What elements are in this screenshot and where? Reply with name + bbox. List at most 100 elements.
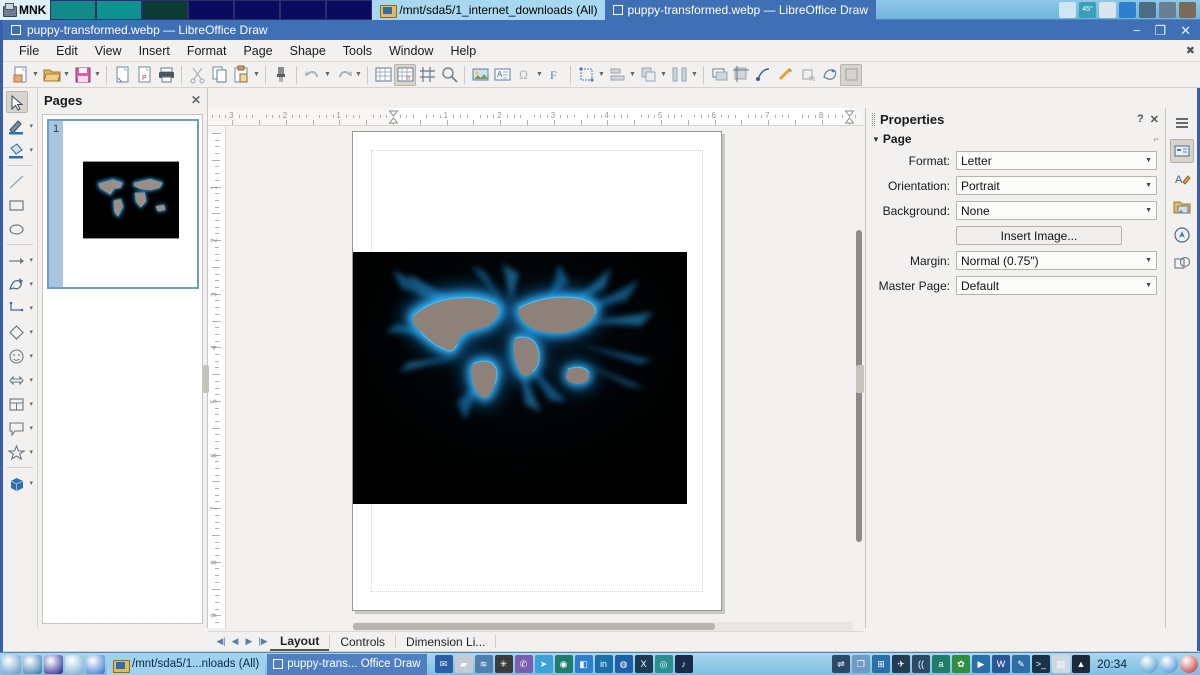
new-document-icon[interactable] [9,64,31,86]
curves-and-polygons-dropdown-icon[interactable]: ▾ [30,280,34,288]
master-page-select[interactable]: Default ▼ [956,276,1157,295]
blue-orb-icon[interactable] [86,654,105,674]
desktop-button-5[interactable] [234,0,281,20]
3d-objects-dropdown-icon[interactable]: ▾ [30,479,34,487]
connectors-dropdown-icon[interactable]: ▾ [30,304,34,312]
page-thumbnail-1[interactable]: 1 [47,119,199,289]
undo-dropdown-icon[interactable]: ▼ [323,64,332,86]
layer-tab-layout[interactable]: Layout [270,633,330,651]
shadow-icon[interactable] [708,64,730,86]
horizontal-scrollbar-thumb[interactable] [353,623,715,630]
drawing-canvas[interactable] [226,126,863,628]
network-icon[interactable] [1099,1,1116,18]
desktop-button-6[interactable] [280,0,327,20]
flowchart-dropdown-icon[interactable]: ▾ [30,400,34,408]
helplines-icon[interactable] [416,64,438,86]
fill-color-tool[interactable] [6,139,28,161]
telegram-icon[interactable]: ➤ [534,655,553,673]
glue-points-icon[interactable] [818,64,840,86]
horizontal-scrollbar[interactable] [353,622,853,631]
next-page-icon[interactable]: ▶ [242,633,256,651]
menu-insert[interactable]: Insert [131,42,178,60]
chevron-down-icon[interactable]: ▼ [1145,182,1152,189]
fill-color-dropdown-icon[interactable]: ▾ [30,146,34,154]
settings-star-icon[interactable]: ✳ [494,655,513,673]
3d-objects-tool[interactable] [6,472,28,494]
close-button[interactable]: ✕ [1180,24,1191,37]
terminal-icon[interactable]: >_ [1031,655,1050,673]
symbol-shapes-dropdown-icon[interactable]: ▾ [30,352,34,360]
page-margin-select[interactable]: Normal (0.75″) ▼ [956,251,1157,270]
sidebar-gallery-icon[interactable] [1170,195,1194,219]
menu-format[interactable]: Format [179,42,235,60]
redo-icon[interactable] [332,64,354,86]
desktop-button-2[interactable] [96,0,143,20]
temperature-45-icon[interactable]: 45° [1079,1,1096,18]
basic-shapes-tool[interactable] [6,321,28,343]
paste-icon[interactable] [230,64,252,86]
grid-globe-icon[interactable]: ⊞ [871,655,890,673]
sidebar-navigator-icon[interactable] [1170,223,1194,247]
browser-icon[interactable] [23,654,42,674]
distribute-dropdown-icon[interactable]: ▼ [690,64,699,86]
layer-tab-controls[interactable]: Controls [330,634,395,650]
equalizer-icon[interactable]: ⇌ [831,655,850,673]
sidebar-properties-icon[interactable] [1169,139,1194,163]
files-icon[interactable]: ▰ [454,655,473,673]
opera-icon[interactable] [44,654,63,674]
cut-icon[interactable] [186,64,208,86]
x-twitter-icon[interactable]: X [634,655,653,673]
desktop-button-7[interactable] [326,0,373,20]
canvas-left-splitter[interactable] [203,365,209,393]
align-objects-icon[interactable] [606,64,628,86]
record-icon[interactable] [1119,1,1136,18]
page-format-select[interactable]: Letter ▼ [956,151,1157,170]
mail-icon[interactable]: ✉ [434,655,453,673]
rectangle-tool[interactable] [6,194,28,216]
snap-to-grid-icon[interactable]: n [394,63,416,86]
insert-line-color-tool[interactable] [6,115,28,137]
connectors-tool[interactable] [6,297,28,319]
open-file-dropdown-icon[interactable]: ▼ [62,64,71,86]
undo-icon[interactable] [301,64,323,86]
curves-and-polygons-tool[interactable] [6,273,28,295]
pages-list[interactable]: 1 [42,114,203,624]
bottom-taskbar-item-file-manager[interactable]: /mnt/sda5/1...nloads (All) [107,653,266,675]
transformations-dropdown-icon[interactable]: ▼ [597,64,606,86]
horizontal-ruler[interactable]: 3 2 1 1 2 3 4 5 6 7 8 [208,108,863,126]
export-directly-pdf-icon[interactable]: P [133,64,155,86]
tiktok-icon[interactable]: ♪ [674,655,693,673]
save-disk-icon[interactable]: ▤ [1051,655,1070,673]
lines-and-arrows-tool[interactable] [6,249,28,271]
maximize-button[interactable]: ❐ [1154,24,1166,37]
close-document-icon[interactable]: ✖ [1186,44,1200,57]
line-tool[interactable] [6,170,28,192]
menu-shape[interactable]: Shape [282,42,334,60]
chevron-down-icon[interactable]: ▼ [1145,207,1152,214]
clone-formatting-icon[interactable] [270,64,292,86]
toggle-extrusion-icon[interactable] [840,63,862,86]
menu-help[interactable]: Help [442,42,484,60]
distribute-icon[interactable] [668,64,690,86]
chevron-down-icon[interactable]: ▼ [1145,257,1152,264]
minimize-button[interactable]: − [1133,24,1141,37]
menu-view[interactable]: View [87,42,130,60]
select-tool[interactable] [5,91,28,113]
symbol-shapes-tool[interactable] [6,345,28,367]
taskbar-item-file-manager[interactable]: /mnt/sda5/1_internet_downloads (All) [372,0,606,20]
close-icon[interactable]: ✕ [191,93,201,107]
close-icon[interactable]: ✕ [1150,113,1159,126]
ruler-margin-marker-right[interactable] [843,110,855,124]
arrange-icon[interactable] [637,64,659,86]
insert-image-icon[interactable] [469,64,491,86]
save-icon[interactable] [71,64,93,86]
monitor-graph-icon[interactable]: ▲ [1071,655,1090,673]
camera-icon[interactable] [1139,1,1156,18]
restart-icon[interactable] [1160,655,1178,673]
first-page-icon[interactable]: ◀| [214,633,228,651]
bottom-taskbar-item-libreoffice-draw[interactable]: puppy-trans... Office Draw [267,653,427,675]
lock-icon[interactable] [1140,655,1158,673]
menu-tools[interactable]: Tools [335,42,380,60]
globe-icon[interactable] [65,654,84,674]
menu-window[interactable]: Window [381,42,441,60]
